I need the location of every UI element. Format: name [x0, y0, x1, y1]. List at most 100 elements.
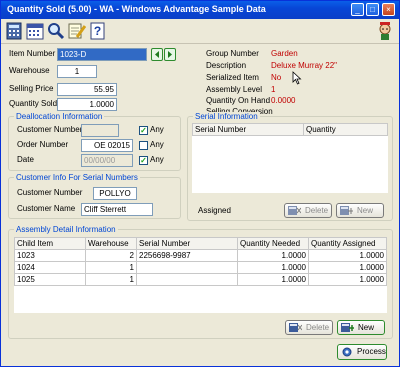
- serial-number-cell[interactable]: [136, 261, 238, 274]
- search-icon[interactable]: [47, 22, 65, 40]
- next-item-button[interactable]: [164, 48, 176, 61]
- order-number-any-label: Any: [150, 140, 164, 149]
- new-grid-icon: [341, 323, 354, 332]
- date-any-checkbox[interactable]: ✓: [139, 156, 148, 165]
- dealloc-customer-number-label: Customer Number: [17, 125, 83, 134]
- warehouse-cell[interactable]: 1: [85, 273, 137, 286]
- serial-info-group: Serial Information Serial Number Quantit…: [187, 112, 393, 221]
- date-any-label: Any: [150, 155, 164, 164]
- serialized-item-label: Serialized Item: [206, 73, 259, 82]
- calculator-icon[interactable]: [5, 22, 23, 40]
- child-item-cell[interactable]: 1025: [14, 273, 86, 286]
- deallocation-group: Deallocation Information Customer Number…: [8, 112, 181, 171]
- process-button[interactable]: Process: [337, 344, 387, 360]
- serial-number-cell[interactable]: 2256698-9987: [136, 249, 238, 262]
- selling-price-label: Selling Price: [9, 84, 54, 93]
- serial-table[interactable]: Serial Number Quantity: [192, 123, 388, 193]
- mouse-cursor-icon: [292, 71, 302, 85]
- group-number-value: Garden: [271, 49, 298, 58]
- assembly-col-quantity-needed[interactable]: Quantity Needed: [237, 237, 309, 250]
- date-label: Date: [17, 155, 34, 164]
- close-button[interactable]: ×: [382, 3, 395, 16]
- assembly-new-button[interactable]: New: [337, 320, 385, 335]
- quantity-assigned-cell[interactable]: 1.0000: [308, 261, 387, 274]
- serial-new-button[interactable]: New: [336, 203, 384, 218]
- delete-grid-icon: [288, 206, 301, 215]
- child-item-cell[interactable]: 1024: [14, 261, 86, 274]
- arrow-left-icon: [155, 51, 159, 58]
- assembly-col-child-item[interactable]: Child Item: [14, 237, 86, 250]
- quantity-on-hand-label: Quantity On Hand: [206, 96, 271, 105]
- serial-customer-number-field[interactable]: POLLYO: [93, 187, 137, 200]
- assembly-col-warehouse[interactable]: Warehouse: [85, 237, 137, 250]
- serial-delete-button[interactable]: Delete: [284, 203, 332, 218]
- assembly-group: Assembly Detail Information Child Item W…: [8, 225, 393, 339]
- assembly-col-serial-number[interactable]: Serial Number: [136, 237, 238, 250]
- assembly-delete-button[interactable]: Delete: [285, 320, 333, 335]
- serial-new-label: New: [357, 206, 374, 215]
- quantity-assigned-cell[interactable]: 1.0000: [308, 249, 387, 262]
- serial-number-cell[interactable]: [136, 273, 238, 286]
- assembly-table[interactable]: Child Item Warehouse Serial Number Quant…: [14, 237, 387, 313]
- serial-info-title: Serial Information: [193, 112, 260, 121]
- serial-table-empty-area: [193, 136, 388, 194]
- dealloc-customer-number-field[interactable]: [81, 124, 119, 137]
- quantity-sold-field[interactable]: 1.0000: [57, 98, 117, 111]
- selling-price-field[interactable]: 55.95: [57, 83, 117, 96]
- quantity-on-hand-value: 0.0000: [271, 96, 296, 105]
- dealloc-customer-any-checkbox[interactable]: ✓: [139, 126, 148, 135]
- description-label: Description: [206, 61, 247, 70]
- serial-table-header: Serial Number Quantity: [192, 123, 388, 136]
- assigned-label: Assigned: [198, 206, 231, 215]
- quantity-assigned-cell[interactable]: 1.0000: [308, 273, 387, 286]
- dealloc-customer-any-label: Any: [150, 125, 164, 134]
- item-number-field[interactable]: 1023-D: [57, 48, 147, 61]
- serial-delete-label: Delete: [305, 206, 329, 215]
- warehouse-cell[interactable]: 1: [85, 261, 137, 274]
- assembly-table-empty-area: [15, 286, 387, 314]
- assembly-title: Assembly Detail Information: [14, 225, 118, 234]
- warehouse-field[interactable]: 1: [57, 65, 97, 78]
- serial-customer-name-label: Customer Name: [17, 204, 76, 213]
- new-grid-icon: [340, 206, 353, 215]
- toolbar: ?: [1, 19, 399, 44]
- item-number-label: Item Number: [9, 49, 56, 58]
- order-number-label: Order Number: [17, 140, 69, 149]
- serial-customer-name-field[interactable]: Cliff Sterrett: [81, 203, 153, 216]
- order-number-any-checkbox[interactable]: [139, 141, 148, 150]
- notepad-edit-icon[interactable]: [68, 22, 86, 40]
- calendar-icon[interactable]: [26, 22, 44, 40]
- help-icon[interactable]: ?: [89, 22, 107, 40]
- gear-icon: [342, 347, 352, 357]
- serial-col-quantity[interactable]: Quantity: [303, 123, 388, 136]
- table-row[interactable]: 1024 1 1.0000 1.0000: [14, 261, 387, 274]
- title-bar[interactable]: Quantity Sold (5.00) - WA - Windows Adva…: [1, 1, 399, 19]
- assembly-table-header: Child Item Warehouse Serial Number Quant…: [14, 237, 387, 250]
- minimize-button[interactable]: _: [351, 3, 364, 16]
- serial-customer-number-label: Customer Number: [17, 188, 83, 197]
- quantity-sold-label: Quantity Sold: [9, 99, 58, 108]
- quantity-needed-cell[interactable]: 1.0000: [237, 249, 309, 262]
- warehouse-cell[interactable]: 2: [85, 249, 137, 262]
- warehouse-label: Warehouse: [9, 66, 50, 75]
- group-number-label: Group Number: [206, 49, 259, 58]
- window-title: Quantity Sold (5.00) - WA - Windows Adva…: [7, 4, 266, 14]
- assembly-new-label: New: [358, 323, 375, 332]
- child-item-cell[interactable]: 1023: [14, 249, 86, 262]
- deallocation-title: Deallocation Information: [14, 112, 105, 121]
- table-row[interactable]: 1023 2 2256698-9987 1.0000 1.0000: [14, 249, 387, 262]
- quantity-needed-cell[interactable]: 1.0000: [237, 261, 309, 274]
- serialized-item-value: No: [271, 73, 282, 82]
- assembly-level-label: Assembly Level: [206, 85, 263, 94]
- assembly-level-value: 1: [271, 85, 276, 94]
- table-row[interactable]: 1025 1 1.0000 1.0000: [14, 273, 387, 286]
- assembly-delete-label: Delete: [306, 323, 330, 332]
- serial-col-serial-number[interactable]: Serial Number: [192, 123, 304, 136]
- maximize-button[interactable]: □: [366, 3, 379, 16]
- serial-customer-group: Customer Info For Serial Numbers Custome…: [8, 173, 181, 219]
- previous-item-button[interactable]: [151, 48, 163, 61]
- date-field[interactable]: 00/00/00: [81, 154, 133, 167]
- order-number-field[interactable]: OE 02015: [81, 139, 133, 152]
- assembly-col-quantity-assigned[interactable]: Quantity Assigned: [308, 237, 387, 250]
- quantity-needed-cell[interactable]: 1.0000: [237, 273, 309, 286]
